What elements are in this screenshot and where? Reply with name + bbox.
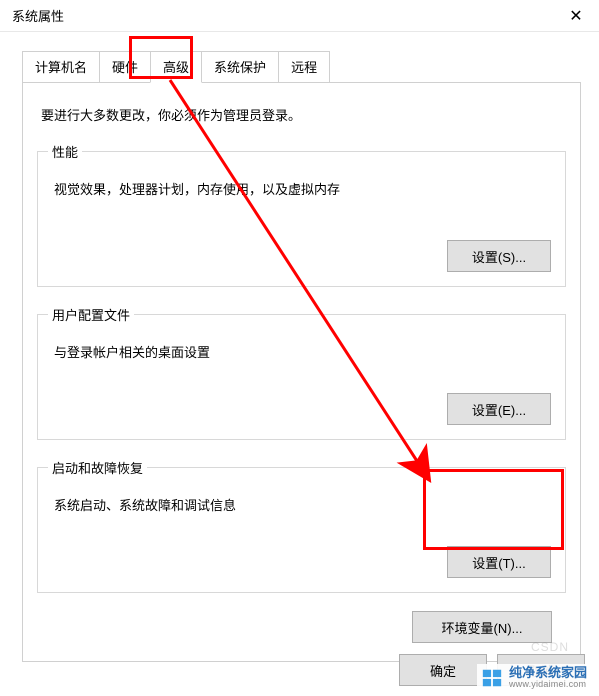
tab-remote[interactable]: 远程 — [278, 51, 330, 83]
window-title: 系统属性 — [12, 6, 64, 25]
ok-button[interactable]: 确定 — [399, 654, 487, 686]
watermark-logo-cn: 纯净系统家园 — [509, 666, 587, 680]
environment-variables-button[interactable]: 环境变量(N)... — [412, 611, 552, 643]
group-user-profiles-desc: 与登录帐户相关的桌面设置 — [54, 342, 551, 361]
admin-intro-text: 要进行大多数更改，你必须作为管理员登录。 — [41, 105, 566, 124]
titlebar: 系统属性 ✕ — [0, 0, 599, 32]
content-area: 计算机名 硬件 高级 系统保护 远程 要进行大多数更改，你必须作为管理员登录。 … — [0, 32, 599, 672]
logo-windows-icon — [481, 667, 503, 689]
tab-advanced[interactable]: 高级 — [150, 51, 202, 83]
tab-computer-name[interactable]: 计算机名 — [22, 51, 100, 83]
group-performance: 性能 视觉效果，处理器计划，内存使用，以及虚拟内存 设置(S)... — [37, 142, 566, 287]
group-performance-desc: 视觉效果，处理器计划，内存使用，以及虚拟内存 — [54, 179, 551, 198]
performance-settings-button[interactable]: 设置(S)... — [447, 240, 551, 272]
group-startup-recovery-legend: 启动和故障恢复 — [48, 458, 147, 477]
group-user-profiles-legend: 用户配置文件 — [48, 305, 134, 324]
watermark-logo: 纯净系统家园 www.yidaimei.com — [477, 664, 591, 692]
profiles-settings-button[interactable]: 设置(E)... — [447, 393, 551, 425]
startup-settings-button[interactable]: 设置(T)... — [447, 546, 551, 578]
tab-system-protection[interactable]: 系统保护 — [201, 51, 279, 83]
group-performance-legend: 性能 — [48, 142, 82, 161]
close-icon[interactable]: ✕ — [561, 1, 591, 31]
group-startup-recovery: 启动和故障恢复 系统启动、系统故障和调试信息 设置(T)... — [37, 458, 566, 593]
group-user-profiles: 用户配置文件 与登录帐户相关的桌面设置 设置(E)... — [37, 305, 566, 440]
tab-hardware[interactable]: 硬件 — [99, 51, 151, 83]
group-startup-recovery-desc: 系统启动、系统故障和调试信息 — [54, 495, 551, 514]
watermark-csdn: CSDN — [531, 640, 569, 654]
watermark-logo-en: www.yidaimei.com — [509, 680, 587, 690]
tab-panel-advanced: 要进行大多数更改，你必须作为管理员登录。 性能 视觉效果，处理器计划，内存使用，… — [22, 82, 581, 662]
tab-strip: 计算机名 硬件 高级 系统保护 远程 — [22, 50, 581, 82]
